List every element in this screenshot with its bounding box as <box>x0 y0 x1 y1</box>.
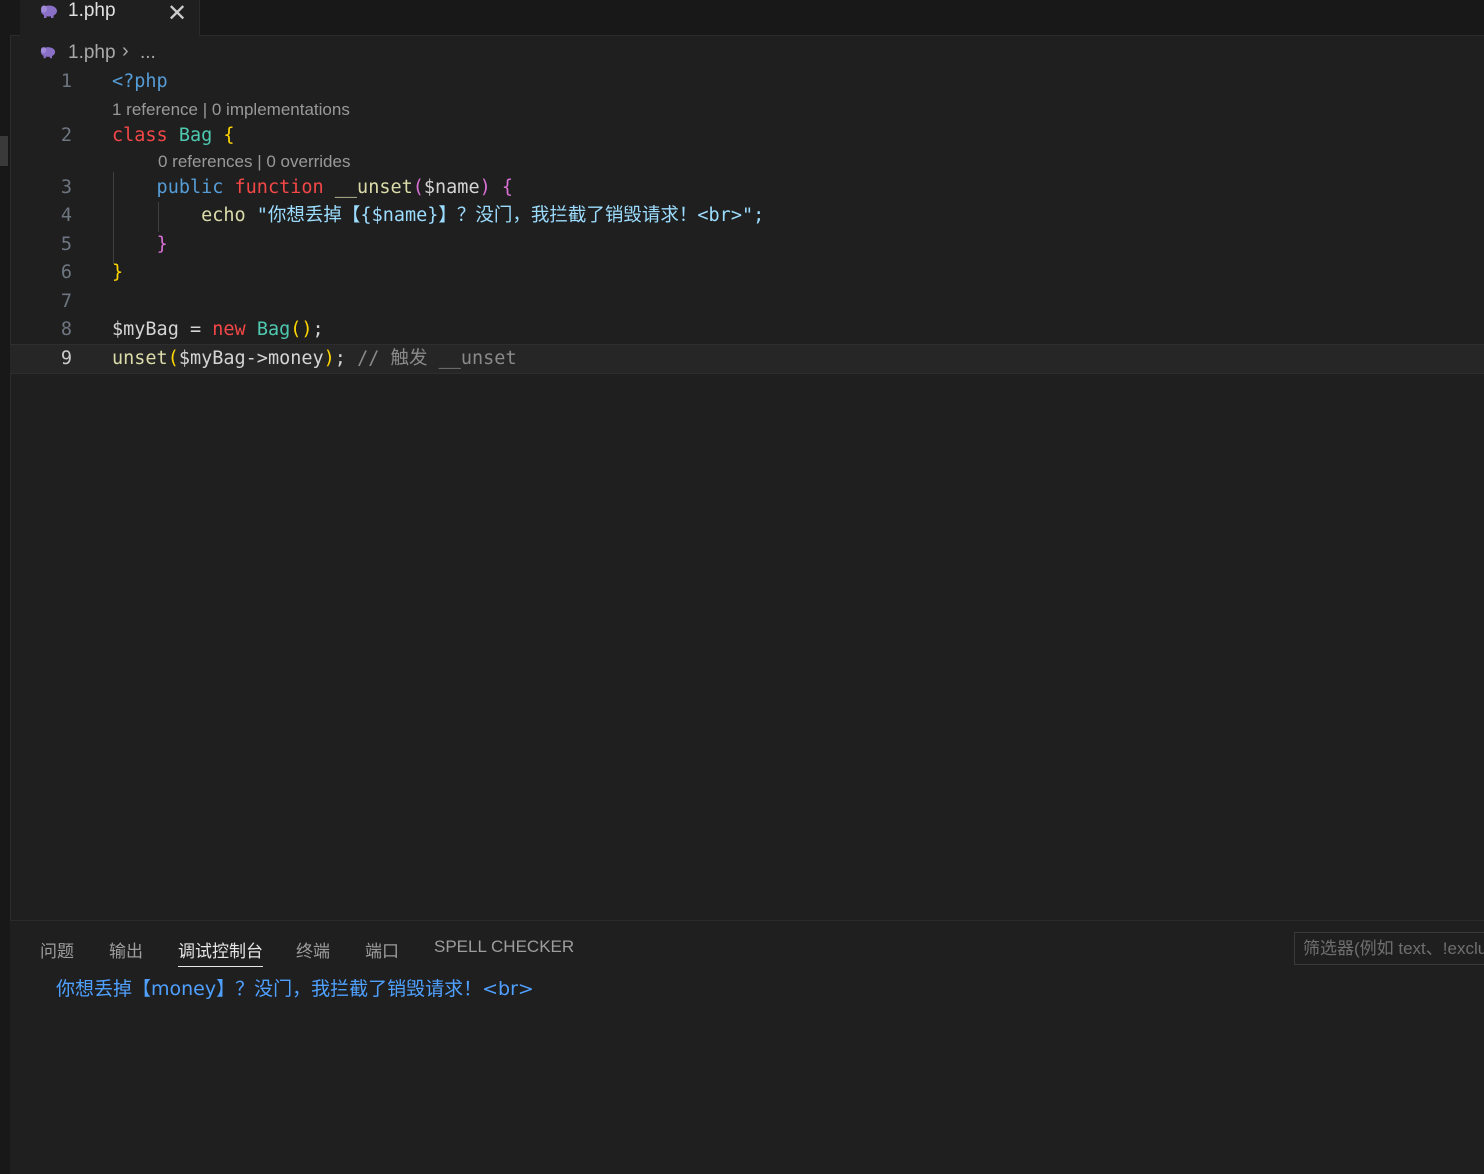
code-text: } <box>112 231 168 259</box>
console-output-line: 你想丢掉【money】？没门，我拦截了销毁请求！<br> <box>56 978 534 1000</box>
code-token: = <box>178 319 213 340</box>
tab-debug-console[interactable]: 调试控制台 <box>178 937 263 967</box>
code-token: $myBag->money <box>178 348 324 369</box>
line-number: 9 <box>60 348 72 369</box>
line-number: 2 <box>60 125 72 146</box>
line-number: 6 <box>60 262 72 283</box>
code-line[interactable]: 1 <?php <box>10 68 1484 96</box>
code-text: public function __unset($name) { <box>112 174 513 202</box>
chevron-right-icon: › <box>122 40 129 62</box>
close-icon[interactable]: ✕ <box>167 0 187 28</box>
line-number: 7 <box>60 291 72 312</box>
breadcrumb-file[interactable]: 1.php <box>68 42 116 64</box>
tab-terminal[interactable]: 终端 <box>296 937 330 962</box>
code-token: new <box>212 319 257 340</box>
code-token: <?php <box>112 71 168 92</box>
code-token: Bag <box>256 319 291 340</box>
code-text: $myBag = new Bag(); <box>112 316 324 344</box>
tab-1-php[interactable]: 1.php ✕ <box>20 0 200 36</box>
code-token: () <box>290 319 313 340</box>
code-line[interactable]: 6} <box>10 259 1484 287</box>
bottom-panel: 问题 输出 调试控制台 终端 端口 SPELL CHECKER 你想丢掉【mon… <box>10 920 1484 1174</box>
line-number: 1 <box>60 71 72 92</box>
code-line[interactable]: 3 public function __unset($name) { <box>10 174 1484 202</box>
code-token: ( <box>167 348 179 369</box>
code-token: Bag <box>178 125 213 146</box>
code-text: unset($myBag->money); // 触发 __unset <box>112 345 517 373</box>
code-token: ; <box>334 348 358 369</box>
code-text: } <box>112 259 123 287</box>
code-token: } <box>112 262 124 283</box>
code-token: // 触发 __unset <box>357 348 517 369</box>
filter-box <box>1294 932 1484 965</box>
filter-input[interactable] <box>1295 933 1484 964</box>
code-token: } <box>156 234 168 255</box>
code-token: ) <box>479 177 491 198</box>
line-number: 3 <box>60 177 72 198</box>
tab-spell-checker[interactable]: SPELL CHECKER <box>434 937 574 957</box>
codelens-method[interactable]: 0 references | 0 overrides <box>158 150 350 174</box>
code-token: $name <box>423 177 480 198</box>
code-token: class <box>112 125 179 146</box>
breadcrumb-symbols[interactable]: ... <box>140 42 156 64</box>
scroll-marker <box>0 136 8 166</box>
code-line[interactable]: 7 <box>10 288 1484 316</box>
code-line[interactable]: 8 $myBag = new Bag(); <box>10 316 1484 344</box>
code-token: "你想丢掉【{$name}】？没门，我拦截了销毁请求！<br>"; <box>256 205 765 226</box>
code-line[interactable]: 9 unset($myBag->money); // 触发 __unset <box>10 344 1484 374</box>
code-line[interactable]: 2 class Bag { <box>10 122 1484 150</box>
codelens-class[interactable]: 1 reference | 0 implementations <box>112 98 350 122</box>
code-token: echo <box>112 205 257 226</box>
code-token: function <box>234 177 335 198</box>
code-token: public <box>112 177 235 198</box>
tab-problems[interactable]: 问题 <box>40 937 74 962</box>
line-number: 4 <box>60 205 72 226</box>
tab-label: 1.php <box>68 0 116 21</box>
line-number: 5 <box>60 234 72 255</box>
tab-ports[interactable]: 端口 <box>365 937 399 962</box>
code-token: { <box>223 125 235 146</box>
code-text: echo "你想丢掉【{$name}】？没门，我拦截了销毁请求！<br>"; <box>112 202 764 230</box>
code-line[interactable]: 5 } <box>10 231 1484 259</box>
code-text: <?php <box>112 68 168 96</box>
code-token: ; <box>312 319 324 340</box>
php-elephant-icon <box>38 44 58 66</box>
code-editor[interactable]: 1 reference | 0 implementations 0 refere… <box>10 68 1484 920</box>
php-elephant-icon <box>38 2 60 25</box>
code-token: $myBag <box>112 319 179 340</box>
tab-output[interactable]: 输出 <box>109 937 143 962</box>
code-text: class Bag { <box>112 122 235 150</box>
code-token: ( <box>412 177 424 198</box>
line-number: 8 <box>60 319 72 340</box>
code-token: ) <box>323 348 335 369</box>
editor-tab-bar: 1.php ✕ <box>10 0 1484 36</box>
code-token: __unset <box>334 177 413 198</box>
code-token: unset <box>112 348 168 369</box>
code-token: { <box>501 177 514 198</box>
code-line[interactable]: 4 echo "你想丢掉【{$name}】？没门，我拦截了销毁请求！<br>"; <box>10 202 1484 230</box>
